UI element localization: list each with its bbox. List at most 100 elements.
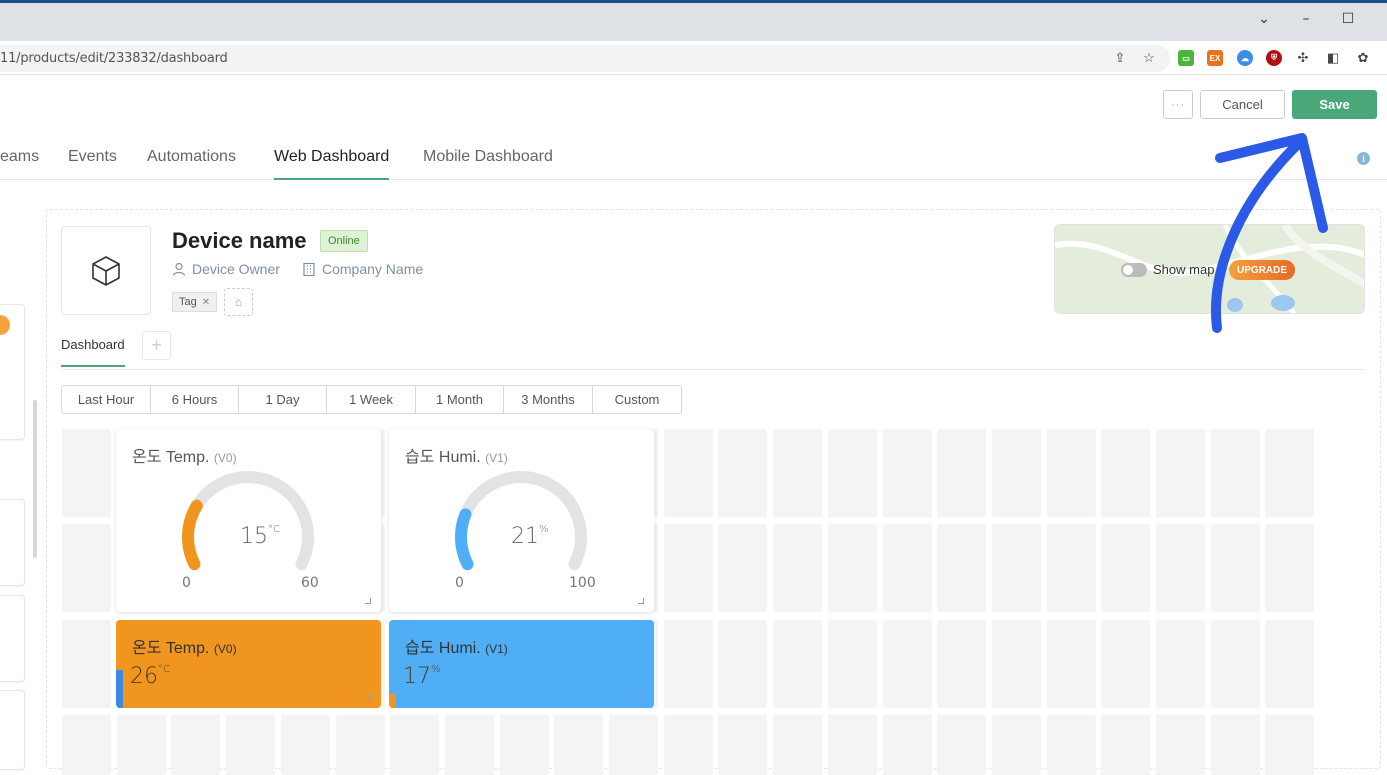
widget-box-item[interactable] [0,595,25,682]
grid-cell [1156,620,1205,708]
profile-avatar-icon[interactable]: ✿ [1355,50,1371,66]
company-name[interactable]: Company Name [302,261,423,277]
range-3-months[interactable]: 3 Months [504,386,593,413]
value-display: 26°C [130,664,170,689]
resize-handle[interactable] [365,598,371,604]
ublock-extension-icon[interactable]: ⛨ [1266,50,1282,66]
gauge-widget-humi[interactable]: 습도 Humi. (V1) 21% 0 100 [389,429,654,612]
tab-mobile-dashboard[interactable]: Mobile Dashboard [423,148,553,180]
address-bar[interactable]: 11/products/edit/233832/dashboard [0,45,1170,72]
grid-cell [281,715,330,775]
grid-cell [62,620,111,708]
chevron-down-icon[interactable]: ⌄ [1244,6,1284,32]
grid-cell [992,429,1041,517]
show-map-toggle[interactable] [1121,263,1147,277]
extension-ex-icon[interactable]: EX [1207,50,1223,66]
range-1-day[interactable]: 1 Day [239,386,327,413]
range-6-hours[interactable]: 6 Hours [151,386,239,413]
grid-cell [445,715,494,775]
gauge-value: 21% [511,524,549,549]
grid-cell [883,620,932,708]
resize-handle[interactable] [365,694,371,700]
grid-cell [1047,620,1096,708]
puzzle-extensions-icon[interactable]: ✣ [1295,50,1311,66]
grid-cell [62,429,111,517]
cancel-button[interactable]: Cancel [1200,90,1285,119]
status-badge: Online [320,230,368,252]
widget-box-scrollbar[interactable] [33,400,37,558]
grid-cell [1211,429,1260,517]
grid-cell [500,715,549,775]
tab-web-dashboard[interactable]: Web Dashboard [274,148,390,180]
company-name-label: Company Name [322,261,424,277]
widget-title: 온도 Temp. (V0) [132,640,237,657]
widget-box-item[interactable] [0,690,25,770]
tab-automations[interactable]: Automations [147,148,236,180]
more-options-button[interactable]: ··· [1163,90,1193,119]
tab-events[interactable]: Events [68,148,117,180]
tab-dashboard[interactable]: Dashboard [61,337,125,367]
range-last-hour[interactable]: Last Hour [62,386,151,413]
url-text[interactable]: 11/products/edit/233832/dashboard [0,51,228,66]
gauge-min: 0 [182,575,191,591]
template-tabs: eams Events Automations Web Dashboard Mo… [0,140,1387,180]
grid-cell [1156,429,1205,517]
value-widget-humi[interactable]: 습도 Humi. (V1) 17% [389,620,654,708]
grid-cell [828,524,877,612]
widget-box-panel [0,210,25,290]
close-icon[interactable]: ✕ [202,297,210,308]
building-icon [303,262,315,276]
browser-toolbar: 11/products/edit/233832/dashboard ⇪ ☆ ▭ … [0,41,1387,75]
tab-data-streams[interactable]: eams [0,148,39,180]
grid-cell [883,715,932,775]
grid-cell [992,620,1041,708]
range-custom[interactable]: Custom [593,386,681,413]
grid-cell [1047,524,1096,612]
save-button[interactable]: Save [1292,90,1377,119]
cloud-extension-icon[interactable]: ☁ [1237,50,1253,66]
gauge-widget-temp[interactable]: 온도 Temp. (V0) 15°C 0 60 [116,429,381,612]
minimize-icon[interactable]: – [1286,6,1326,32]
close-icon[interactable]: ✕ [1372,6,1387,32]
grid-cell [1101,429,1150,517]
grid-cell [1265,620,1314,708]
device-image[interactable] [61,226,151,315]
range-1-month[interactable]: 1 Month [416,386,504,413]
device-owner[interactable]: Device Owner [172,261,280,277]
extension-green-icon[interactable]: ▭ [1178,50,1194,66]
grid-cell [1156,715,1205,775]
grid-cell [664,429,713,517]
grid-cell [1156,524,1205,612]
value-widget-temp[interactable]: 온도 Temp. (V0) 26°C [116,620,381,708]
gauge-value: 15°C [240,524,280,549]
resize-handle[interactable] [638,598,644,604]
add-tag-button[interactable]: ⌂ [224,288,253,316]
widget-box-item[interactable] [0,499,25,586]
maximize-icon[interactable]: ☐ [1328,6,1368,32]
grid-cell [883,429,932,517]
device-tag[interactable]: Tag ✕ [172,292,218,312]
grid-cell [718,429,767,517]
add-dashboard-tab-button[interactable]: + [142,331,171,360]
resize-handle[interactable] [638,694,644,700]
device-name: Device name [172,228,307,253]
grid-cell [62,715,111,775]
grid-cell [390,715,439,775]
annotation-arrow-icon [1211,133,1328,333]
value-display: 17% [403,664,441,689]
side-panel-icon[interactable]: ◧ [1325,50,1341,66]
grid-cell [718,715,767,775]
grid-cell [937,429,986,517]
grid-cell [718,524,767,612]
bookmark-star-icon[interactable]: ☆ [1141,50,1157,66]
gauge-arc [455,471,587,571]
range-1-week[interactable]: 1 Week [327,386,416,413]
share-icon[interactable]: ⇪ [1112,50,1128,66]
grid-cell [609,715,658,775]
grid-cell [62,524,111,612]
tag-label: Tag [179,296,197,308]
grid-cell [883,524,932,612]
info-icon[interactable]: i [1357,152,1370,165]
grid-cell [828,715,877,775]
grid-cell [1101,620,1150,708]
